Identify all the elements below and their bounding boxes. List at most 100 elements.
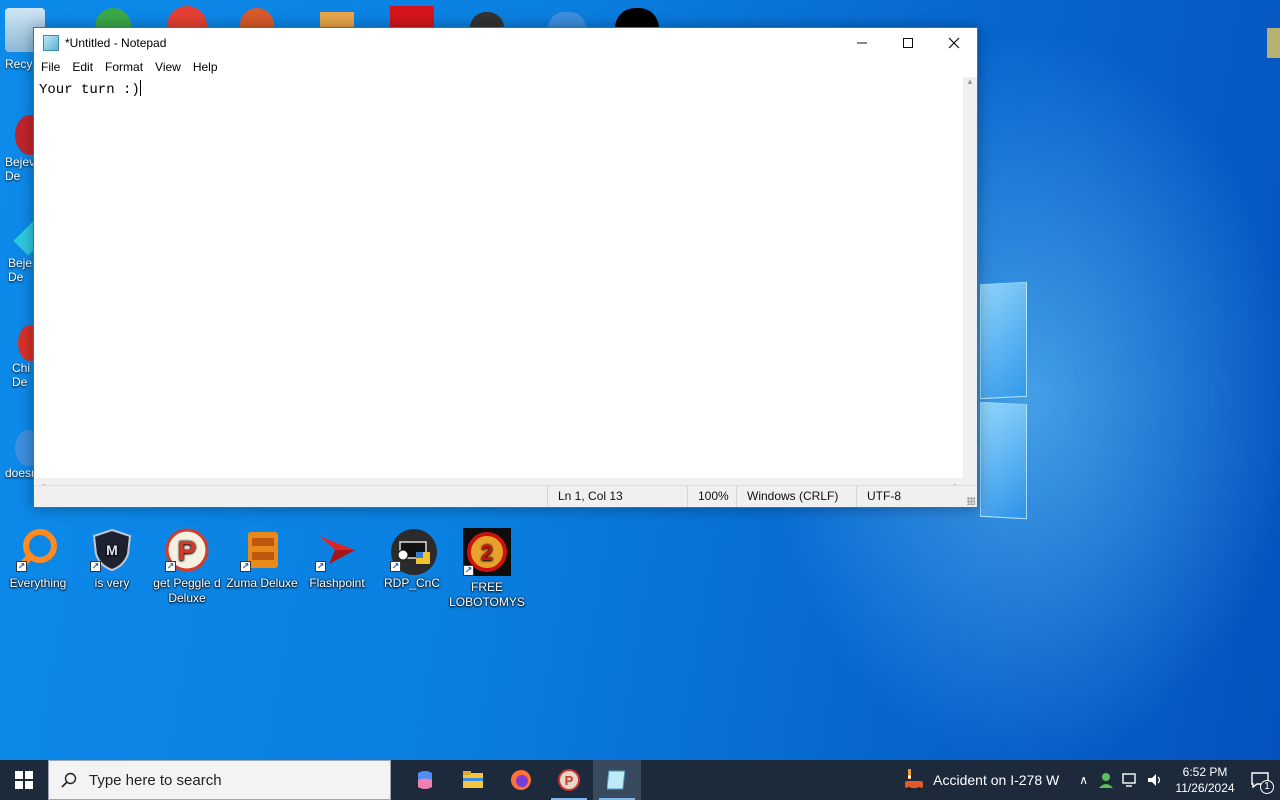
shortcut-arrow-icon: ↗	[16, 561, 27, 572]
taskbar-file-explorer[interactable]	[449, 760, 497, 800]
maximize-button[interactable]	[885, 28, 931, 57]
desktop-icon-top-6[interactable]	[470, 12, 504, 28]
shield-icon: M ↗	[90, 528, 134, 572]
start-button[interactable]	[0, 760, 48, 800]
menu-edit[interactable]: Edit	[67, 60, 98, 74]
status-position: Ln 1, Col 13	[547, 486, 623, 507]
user-icon[interactable]	[1098, 772, 1114, 788]
app-icon: P	[558, 769, 580, 791]
svg-text:2: 2	[481, 540, 493, 565]
menu-view[interactable]: View	[150, 60, 186, 74]
status-encoding: UTF-8	[856, 486, 901, 507]
shortcut-arrow-icon: ↗	[165, 561, 176, 572]
svg-text:P: P	[565, 773, 574, 788]
text-editor[interactable]: Your turn :)	[35, 77, 964, 496]
shortcut-arrow-icon: ↗	[315, 561, 326, 572]
shortcut-arrow-icon: ↗	[463, 565, 474, 576]
search-placeholder: Type here to search	[89, 771, 222, 789]
zuma-icon: ↗	[240, 528, 284, 572]
status-bar: Ln 1, Col 13 100% Windows (CRLF) UTF-8	[34, 485, 977, 507]
search-icon	[61, 772, 77, 788]
taskbar-firefox[interactable]	[497, 760, 545, 800]
desktop-icon-top-5[interactable]	[390, 6, 434, 28]
minimize-button[interactable]	[839, 28, 885, 57]
vertical-scrollbar[interactable]: ▲ ▼	[963, 77, 977, 496]
minimize-icon	[857, 42, 867, 43]
peggle-icon: P ↗	[165, 528, 209, 572]
desktop-icon-label: FREE LOBOTOMYS	[449, 580, 525, 609]
desktop-icon-label: get Peggle d Deluxe	[153, 576, 221, 605]
clock[interactable]: 6:52 PM 11/26/2024	[1170, 764, 1240, 796]
system-tray: Accident on I-278 W ∧ 6:52 PM 11/26/2024…	[901, 760, 1280, 800]
menu-help[interactable]: Help	[188, 60, 223, 74]
scroll-up-icon[interactable]: ▲	[966, 77, 974, 86]
desktop-icon-label: Flashpoint	[309, 576, 365, 590]
taskbar-notepad[interactable]	[593, 760, 641, 800]
windows-logo-pane-top	[980, 281, 1027, 400]
menu-bar: File Edit Format View Help	[34, 57, 977, 77]
desktop-icon-top-3[interactable]	[240, 8, 274, 28]
news-text: Accident on I-278 W	[933, 772, 1060, 788]
clock-date: 11/26/2024	[1175, 781, 1235, 795]
magnifier-icon: ↗	[16, 528, 60, 572]
desktop-icon-right-edge[interactable]	[1267, 28, 1280, 58]
menu-format[interactable]: Format	[100, 60, 148, 74]
traffic-accident-icon	[905, 769, 924, 791]
firefox-icon	[511, 770, 531, 790]
desktop-icon-label: Zuma Deluxe	[226, 576, 298, 590]
editor-content: Your turn :)	[39, 82, 140, 98]
close-button[interactable]	[931, 28, 977, 57]
desktop-icon-top-7[interactable]	[548, 12, 586, 28]
news-widget[interactable]: Accident on I-278 W	[901, 767, 1059, 793]
taskbar-search-box[interactable]: Type here to search	[48, 760, 391, 800]
taskbar-copilot[interactable]	[401, 760, 449, 800]
desktop-icon-everything[interactable]: ↗ Everything	[0, 528, 76, 591]
game-icon: 2 ↗	[463, 528, 511, 576]
desktop-icon-free-lobotomys[interactable]: 2 ↗ FREE LOBOTOMYS	[449, 528, 525, 610]
show-hidden-icons-button[interactable]: ∧	[1079, 773, 1088, 787]
windows-start-icon	[15, 771, 33, 789]
remote-desktop-icon: ↗	[390, 528, 437, 575]
flashpoint-icon: ↗	[315, 528, 359, 572]
status-zoom: 100%	[687, 486, 729, 507]
desktop-icon-rdp-cnc[interactable]: ↗ RDP_CnC	[374, 528, 450, 591]
menu-file[interactable]: File	[36, 60, 65, 74]
copilot-icon	[418, 771, 432, 789]
desktop-icon-peggle[interactable]: P ↗ get Peggle d Deluxe	[149, 528, 225, 606]
shortcut-arrow-icon: ↗	[390, 561, 401, 572]
svg-text:M: M	[106, 542, 118, 558]
desktop-icon-label: is very	[94, 576, 130, 590]
title-bar[interactable]: *Untitled - Notepad	[34, 28, 977, 57]
desktop-icon-top-1[interactable]	[95, 8, 131, 28]
taskbar-app-peggle[interactable]: P	[545, 760, 593, 800]
desktop-icon-label: RDP_CnC	[383, 576, 440, 590]
maximize-icon	[903, 37, 913, 48]
svg-text:P: P	[178, 535, 197, 566]
notepad-window[interactable]: *Untitled - Notepad File Edit Format Vie…	[33, 27, 978, 508]
windows-logo-pane-bottom	[980, 401, 1027, 520]
volume-icon[interactable]	[1146, 772, 1164, 788]
desktop-icon-top-8[interactable]	[615, 8, 659, 28]
clock-time: 6:52 PM	[1182, 765, 1228, 779]
desktop-icon-label: Everything	[9, 576, 67, 590]
notification-count-badge: 1	[1260, 780, 1274, 794]
status-line-ending: Windows (CRLF)	[736, 486, 838, 507]
desktop-icon-is-very[interactable]: M ↗ is very	[74, 528, 150, 591]
window-title: *Untitled - Notepad	[65, 35, 167, 50]
desktop-icon-label: Bejev De	[5, 155, 36, 183]
desktop-icon-zuma[interactable]: ↗ Zuma Deluxe	[224, 528, 300, 591]
notepad-icon	[607, 770, 626, 790]
network-icon[interactable]	[1122, 772, 1140, 788]
desktop-icon-top-4[interactable]	[320, 12, 354, 28]
notification-center-button[interactable]: 1	[1240, 760, 1280, 800]
desktop-icon-label: Beje De	[8, 256, 33, 284]
desktop-icon-top-2[interactable]	[167, 6, 207, 28]
resize-grip-icon[interactable]	[967, 497, 975, 505]
desktop-icon-flashpoint[interactable]: ↗ Flashpoint	[299, 528, 375, 591]
text-caret	[139, 80, 141, 96]
folder-icon	[463, 771, 483, 788]
shortcut-arrow-icon: ↗	[90, 561, 101, 572]
taskbar: Type here to search P Accident on I-278 …	[0, 760, 1280, 800]
shortcut-arrow-icon: ↗	[240, 561, 251, 572]
close-icon	[948, 37, 960, 48]
